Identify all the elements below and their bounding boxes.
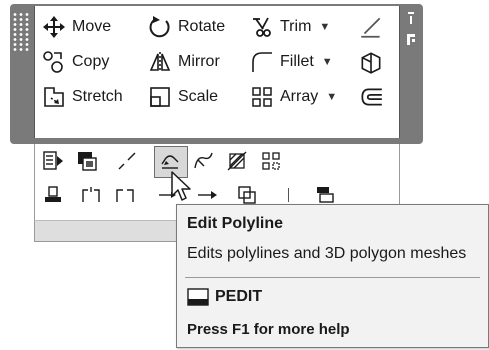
scale-button[interactable]: Scale bbox=[148, 84, 218, 110]
draworder-icon[interactable] bbox=[42, 184, 64, 206]
copy-icon bbox=[42, 50, 66, 74]
panel-pin-icon[interactable] bbox=[402, 10, 420, 50]
array-icon bbox=[250, 85, 274, 109]
stretch-icon bbox=[42, 85, 66, 109]
copy-nested-icon[interactable] bbox=[236, 184, 258, 206]
move-icon bbox=[42, 15, 66, 39]
explode-icon[interactable] bbox=[358, 49, 384, 75]
mirror-label: Mirror bbox=[178, 53, 220, 70]
offset-icon[interactable] bbox=[358, 84, 384, 110]
command-line-icon bbox=[187, 287, 209, 307]
edit-spline-icon[interactable] bbox=[192, 150, 214, 172]
scale-icon bbox=[148, 85, 172, 109]
break-icon[interactable] bbox=[116, 150, 138, 172]
drawing-order-icon[interactable] bbox=[314, 184, 336, 206]
tooltip-edit-polyline: Edit Polyline Edits polylines and 3D pol… bbox=[176, 204, 489, 348]
array-dropdown-icon[interactable]: ▼ bbox=[326, 91, 337, 103]
mirror-icon bbox=[148, 50, 172, 74]
fillet-label: Fillet bbox=[280, 53, 314, 70]
stretch-button[interactable]: Stretch bbox=[42, 84, 123, 110]
move-label: Move bbox=[72, 18, 112, 35]
edit-array-icon[interactable] bbox=[260, 150, 282, 172]
join-icon[interactable] bbox=[114, 184, 136, 206]
panel-drag-grip[interactable] bbox=[12, 12, 30, 52]
toolbar-divider bbox=[288, 188, 289, 202]
rotate-label: Rotate bbox=[178, 18, 226, 35]
fillet-dropdown-icon[interactable]: ▼ bbox=[322, 56, 333, 68]
edit-hatch-icon[interactable] bbox=[226, 150, 248, 172]
trim-icon bbox=[250, 15, 274, 39]
tooltip-command: PEDIT bbox=[187, 287, 262, 307]
rotate-button[interactable]: Rotate bbox=[148, 14, 225, 40]
trim-label: Trim bbox=[280, 18, 312, 35]
array-button[interactable]: Array ▼ bbox=[250, 84, 337, 110]
trim-button[interactable]: Trim ▼ bbox=[250, 14, 330, 40]
align-icon[interactable] bbox=[80, 184, 102, 206]
tooltip-title: Edit Polyline bbox=[187, 215, 284, 232]
tooltip-divider bbox=[185, 277, 480, 278]
rotate-icon bbox=[148, 15, 172, 39]
copy-label: Copy bbox=[72, 53, 110, 70]
change-layer-icon[interactable] bbox=[76, 150, 98, 172]
move-button[interactable]: Move bbox=[42, 14, 111, 40]
stretch-label: Stretch bbox=[72, 88, 123, 105]
array-label: Array bbox=[280, 88, 319, 105]
match-properties-icon[interactable] bbox=[42, 150, 64, 172]
tooltip-command-name: PEDIT bbox=[215, 288, 263, 305]
edit-polyline-icon[interactable] bbox=[159, 150, 181, 172]
scale-label: Scale bbox=[178, 88, 219, 105]
fillet-button[interactable]: Fillet ▼ bbox=[250, 49, 333, 75]
tooltip-help-text: Press F1 for more help bbox=[187, 321, 350, 338]
tooltip-description: Edits polylines and 3D polygon meshes bbox=[187, 245, 467, 262]
trim-dropdown-icon[interactable]: ▼ bbox=[319, 21, 330, 33]
fillet-icon bbox=[250, 50, 274, 74]
mouse-cursor-icon bbox=[170, 170, 194, 204]
copy-button[interactable]: Copy bbox=[42, 49, 109, 75]
mirror-button[interactable]: Mirror bbox=[148, 49, 220, 75]
erase-icon[interactable] bbox=[358, 14, 384, 40]
move-arrow-icon[interactable] bbox=[196, 184, 218, 206]
